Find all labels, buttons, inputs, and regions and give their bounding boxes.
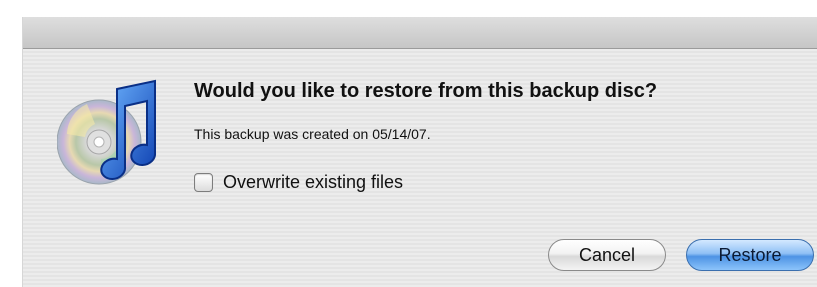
overwrite-checkbox-row[interactable]: Overwrite existing files <box>194 169 403 195</box>
overwrite-checkbox-label[interactable]: Overwrite existing files <box>223 172 403 193</box>
restore-dialog: Would you like to restore from this back… <box>22 17 817 287</box>
dialog-heading: Would you like to restore from this back… <box>194 80 658 102</box>
overwrite-checkbox[interactable] <box>194 172 213 192</box>
window-titlebar[interactable] <box>23 17 817 49</box>
itunes-cd-icon <box>56 79 167 189</box>
restore-button[interactable]: Restore <box>686 239 814 271</box>
cancel-button[interactable]: Cancel <box>548 239 666 271</box>
dialog-message: This backup was created on 05/14/07. <box>194 126 431 142</box>
